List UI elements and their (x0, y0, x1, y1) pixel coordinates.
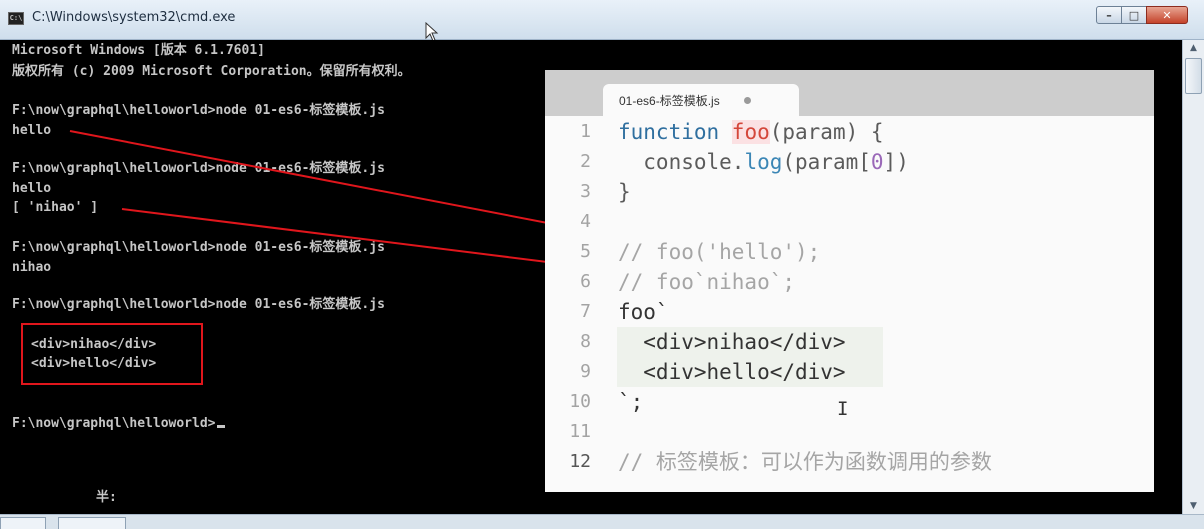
console-prompt: F:\now\graphql\helloworld> (12, 416, 216, 431)
output-highlight-box (21, 323, 203, 385)
editor-tabbar: 01-es6-标签模板.js (545, 70, 1154, 116)
code-line: 3} (545, 177, 1154, 207)
code-line: 9 <div>hello</div> (545, 357, 1154, 387)
line-number: 1 (580, 121, 591, 142)
code-line: 6 // foo`nihao`; (545, 267, 1154, 297)
code-line: 8 <div>nihao</div> (545, 327, 1154, 357)
code-text: console.log(param[0]) (618, 147, 909, 177)
console-line: hello (12, 181, 52, 196)
console-line: F:\now\graphql\helloworld>node 01-es6-标签… (12, 240, 385, 255)
minimize-button[interactable]: – (1096, 6, 1122, 24)
line-number: 4 (580, 211, 591, 232)
vertical-scrollbar[interactable]: ▲ ▼ (1182, 40, 1204, 514)
code-line: 5 // foo('hello'); (545, 237, 1154, 267)
line-number: 9 (580, 361, 591, 382)
console-line: nihao (12, 260, 52, 275)
code-token: log (744, 150, 783, 174)
code-text: // foo`nihao`; (618, 267, 795, 297)
scroll-thumb[interactable] (1185, 58, 1202, 94)
scroll-up-icon[interactable]: ▲ (1185, 40, 1202, 56)
editor-tab-title: 01-es6-标签模板.js (619, 93, 720, 108)
ibeam-cursor-icon: I (837, 398, 849, 420)
console-line: Microsoft Windows [版本 6.1.7601] (12, 43, 265, 58)
code-editor[interactable]: 01-es6-标签模板.js 1 function foo(param) {2 c… (545, 70, 1154, 492)
mouse-pointer-icon (425, 22, 439, 42)
cmd-app-icon: C:\ (8, 12, 24, 25)
maximize-button[interactable]: □ (1121, 6, 1147, 24)
code-line: 4 (545, 207, 1154, 237)
code-text: foo` (618, 297, 669, 327)
window-title: C:\Windows\system32\cmd.exe (32, 10, 236, 25)
code-line: 12 // 标签模板：可以作为函数调用的参数 (545, 447, 1154, 477)
taskbar-item[interactable] (0, 517, 46, 529)
code-text: } (618, 177, 631, 207)
code-text: // 标签模板：可以作为函数调用的参数 (618, 447, 992, 477)
close-button[interactable]: ✕ (1146, 6, 1188, 24)
code-token: // foo`nihao`; (618, 270, 796, 294)
line-number: 11 (569, 421, 591, 442)
code-token: <div>nihao</div> (618, 330, 846, 354)
code-token: foo (731, 120, 770, 144)
console-line: hello (12, 123, 52, 138)
code-token: (param) { (769, 120, 884, 144)
console-line: F:\now\graphql\helloworld>node 01-es6-标签… (12, 161, 385, 176)
unsaved-dot-icon[interactable] (743, 96, 751, 104)
code-line: 11 (545, 417, 1154, 447)
console-line: F:\now\graphql\helloworld>node 01-es6-标签… (12, 297, 385, 312)
code-token: <div>hello</div> (618, 360, 846, 384)
code-text: // foo('hello'); (618, 237, 820, 267)
line-number: 2 (580, 151, 591, 172)
console-prompt-line: F:\now\graphql\helloworld> (12, 416, 225, 431)
line-number: 12 (569, 451, 591, 472)
code-line: 7 foo` (545, 297, 1154, 327)
code-token: function (618, 120, 732, 144)
caption-buttons: – □ ✕ (1096, 6, 1188, 24)
console-line: 版权所有 (c) 2009 Microsoft Corporation。保留所有… (12, 64, 411, 79)
line-number: 8 (580, 331, 591, 352)
code-token: // foo('hello'); (618, 240, 821, 264)
taskbar-item[interactable] (58, 517, 126, 529)
code-token: } (618, 180, 631, 204)
editor-tab[interactable]: 01-es6-标签模板.js (603, 84, 799, 116)
text-cursor (216, 425, 225, 428)
code-token: foo` (618, 300, 669, 324)
code-text: function foo(param) { (618, 117, 884, 147)
code-token: `; (618, 390, 644, 414)
code-token: 0 (870, 150, 884, 174)
line-number: 3 (580, 181, 591, 202)
scroll-down-icon[interactable]: ▼ (1185, 498, 1202, 514)
ime-indicator: 半: (96, 490, 117, 505)
console-line: F:\now\graphql\helloworld>node 01-es6-标签… (12, 103, 385, 118)
console-line: [ 'nihao' ] (12, 200, 99, 215)
line-number: 10 (569, 391, 591, 412)
code-token: ]) (883, 150, 909, 174)
window-titlebar[interactable]: C:\ C:\Windows\system32\cmd.exe – □ ✕ (0, 0, 1204, 42)
code-line: 2 console.log(param[0]) (545, 147, 1154, 177)
taskbar-strip (0, 514, 1204, 529)
code-text: `; (618, 387, 643, 417)
code-text: <div>hello</div> (618, 357, 846, 387)
line-number: 7 (580, 301, 591, 322)
line-number: 5 (580, 241, 591, 262)
code-token: // 标签模板：可以作为函数调用的参数 (618, 450, 992, 474)
code-line: 1 function foo(param) { (545, 117, 1154, 147)
code-token: (param[ (782, 150, 871, 174)
code-line: 10 `; (545, 387, 1154, 417)
code-token: console. (618, 150, 745, 174)
code-text: <div>nihao</div> (618, 327, 846, 357)
line-number: 6 (580, 271, 591, 292)
